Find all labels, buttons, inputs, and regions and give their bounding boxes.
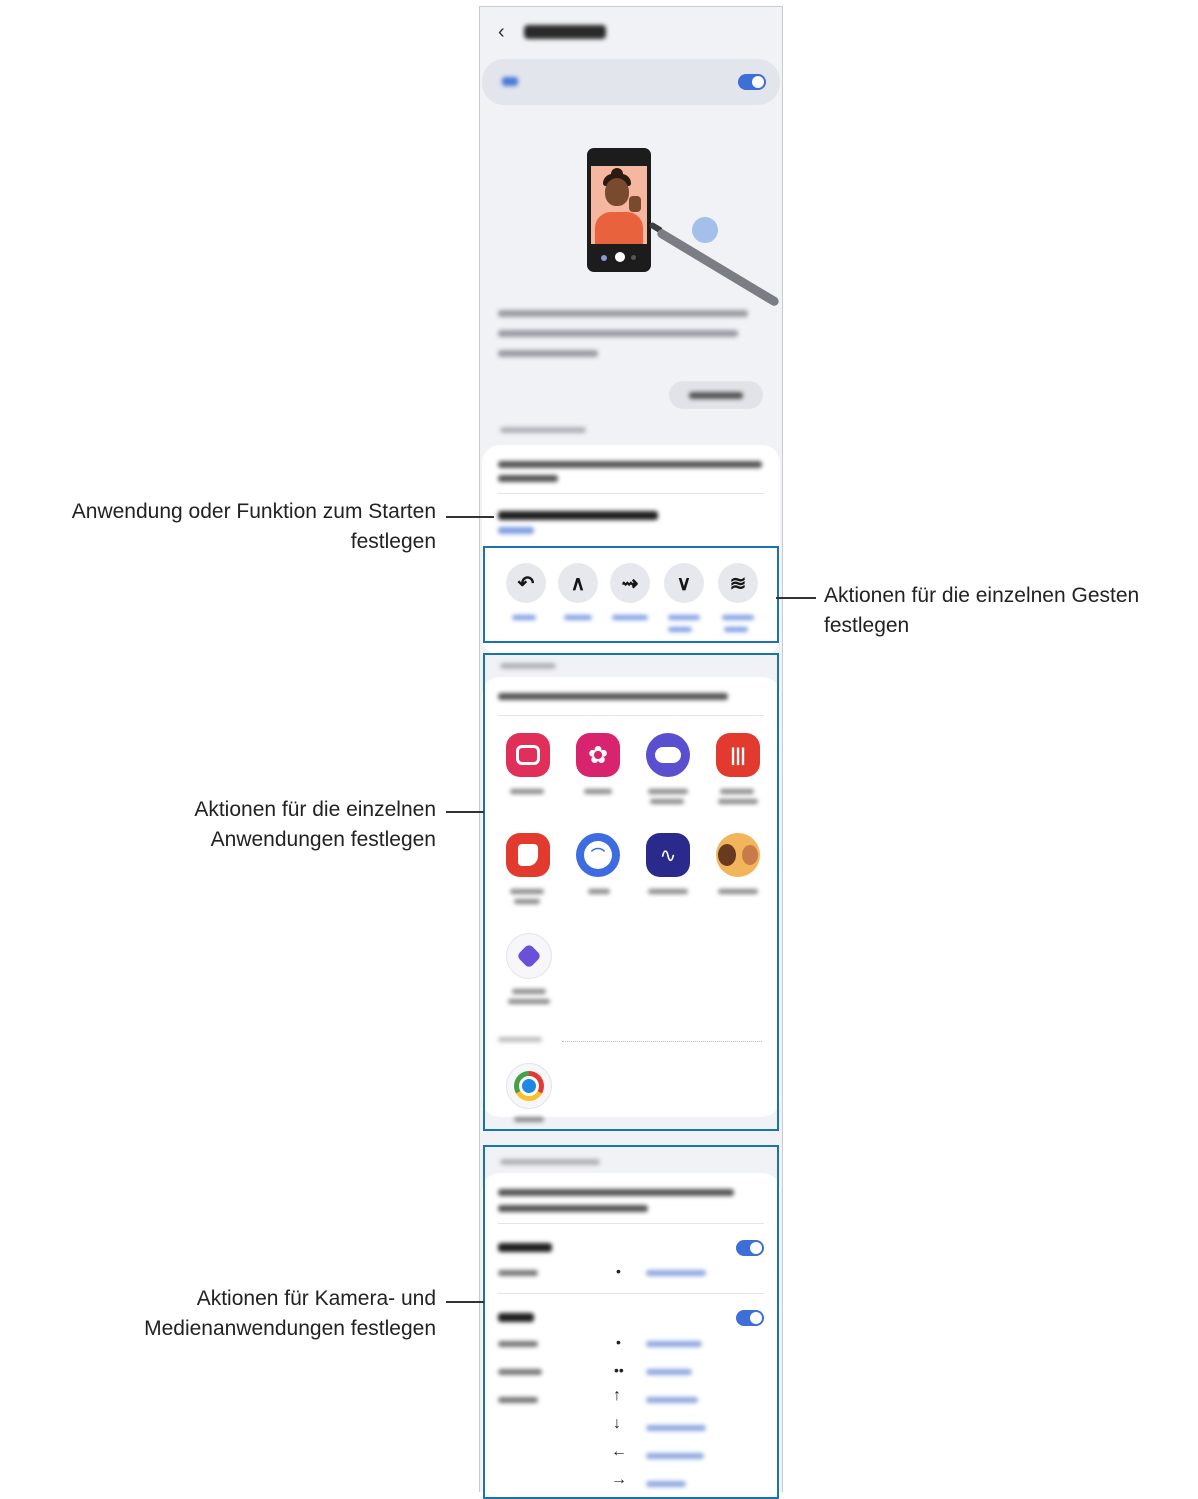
annotation-kamera-line2: Medienanwendungen festlegen (144, 1317, 436, 1340)
annotation-starten-line2: festlegen (350, 530, 436, 553)
annotation-gesten-line1: Aktionen für die einzelnen Gesten (824, 584, 1140, 607)
back-icon[interactable]: ‹ (498, 21, 505, 44)
annotation-gesten: Aktionen für die einzelnen Gesten festle… (824, 581, 1198, 641)
annotation-starten-line1: Anwendung oder Funktion zum Starten (71, 500, 436, 523)
annotation-anwendungen-line1: Aktionen für die einzelnen (194, 798, 436, 821)
phone-illustration (587, 148, 651, 272)
s-pen-icon (655, 227, 781, 308)
annotation-anwendungen-line2: Anwendungen festlegen (210, 828, 436, 851)
apps-highlight-box (483, 653, 779, 1131)
pen-glow (692, 217, 718, 243)
master-toggle[interactable] (738, 74, 766, 90)
leader-line (776, 597, 816, 599)
annotation-kamera: Aktionen für Kamera- und Medienanwendung… (0, 1284, 436, 1344)
leader-line (446, 516, 494, 518)
leader-line (446, 811, 484, 813)
learn-more-button[interactable] (669, 381, 763, 409)
gestures-highlight-box (483, 546, 779, 643)
leader-line (446, 1301, 484, 1303)
annotation-gesten-line2: festlegen (824, 614, 910, 637)
annotation-starten: Anwendung oder Funktion zum Starten fest… (0, 497, 436, 557)
media-highlight-box (483, 1145, 779, 1499)
annotation-anwendungen: Aktionen für die einzelnen Anwendungen f… (0, 795, 436, 855)
page-title (524, 25, 606, 39)
annotation-kamera-line1: Aktionen für Kamera- und (196, 1287, 436, 1310)
master-switch-row[interactable] (482, 59, 780, 105)
